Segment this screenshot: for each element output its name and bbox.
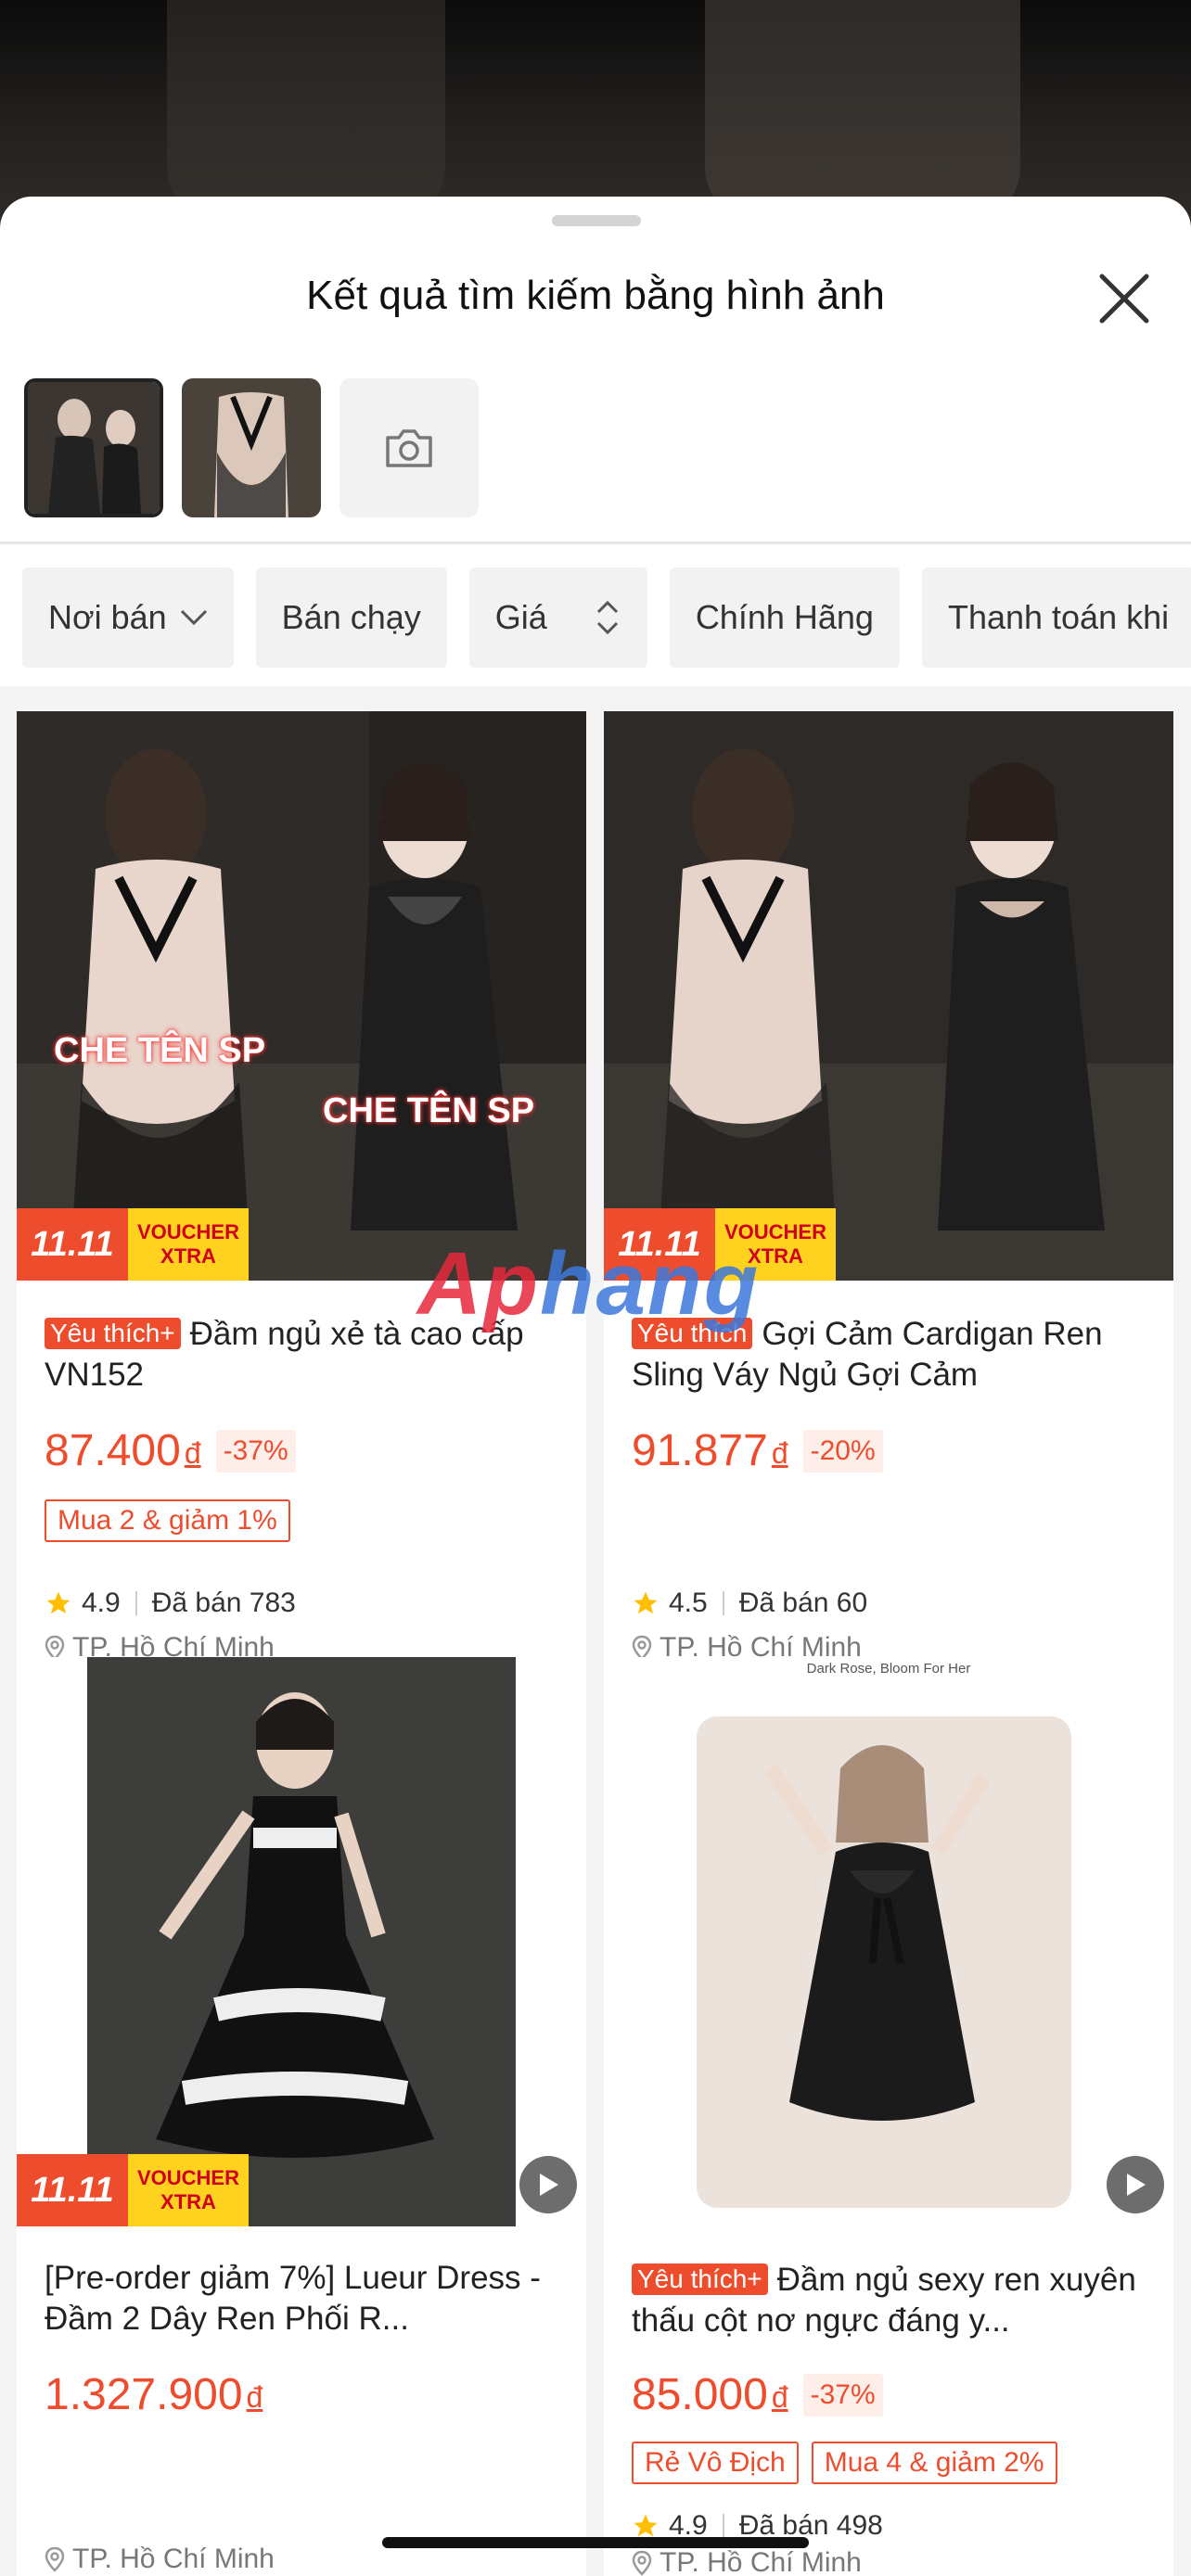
price-currency: đ [771,1436,788,1470]
shop-location: TP. Hồ Chí Minh [632,2547,862,2576]
star-icon [634,2514,658,2537]
watermark-part1: Ap [417,1234,540,1333]
thumbnail-1[interactable] [24,378,163,517]
video-play-button[interactable] [519,2156,577,2213]
background-image [0,0,1191,223]
close-button[interactable] [1095,269,1154,328]
filter-label: Nơi bán [48,598,167,636]
sort-icon [596,600,618,635]
promo-tag: Mua 4 & giảm 2% [811,2442,1057,2484]
product-price: 1.327.900 đ [45,2369,263,2420]
price-value: 1.327.900 [45,2370,243,2419]
favorite-tag: Yêu thích+ [45,1318,181,1349]
voucher-badge-bottom: XTRA [160,2190,216,2213]
camera-button[interactable] [339,378,479,517]
price-currency: đ [246,2380,263,2414]
rating-sold: 4.9 Đã bán 783 [45,1588,296,1619]
event-badge: 11.11 [17,2154,128,2226]
product-image: CHE TÊN SP CHE TÊN SP 11.11 VOUCHER XTRA [17,711,586,1281]
promo-badges: 11.11 VOUCHER XTRA [17,2154,249,2226]
separator [722,2514,724,2538]
separator [722,1591,724,1615]
divider [0,542,1191,544]
product-name: [Pre-order giảm 7%] Lueur Dress - Đầm 2 … [45,2260,541,2337]
thumbnail-2[interactable] [182,378,321,517]
filter-price[interactable]: Giá [468,567,647,668]
product-price: 85.000 đ -37% [632,2369,883,2420]
chevron-down-icon [180,609,207,626]
event-badge: 11.11 [17,1208,128,1281]
location-text: TP. Hồ Chí Minh [72,2544,275,2574]
promo-tags: Mua 2 & giảm 1% [45,1499,290,1542]
price-value: 85.000 [632,2370,768,2419]
voucher-badge-top: VOUCHER [136,1220,239,1243]
discount-badge: -20% [802,1429,883,1473]
video-play-button[interactable] [1107,2156,1164,2213]
discount-badge: -37% [215,1429,296,1473]
shop-location: TP. Hồ Chí Minh [45,2544,275,2575]
filter-label: Chính Hãng [695,598,874,636]
promo-tag: Mua 2 & giảm 1% [45,1499,290,1542]
sheet-grabber[interactable] [552,215,641,226]
favorite-tag: Yêu thích+ [632,2264,768,2295]
price-value: 87.400 [45,1426,181,1475]
voucher-badge: VOUCHER XTRA [128,2154,249,2226]
product-price: 87.400 đ -37% [45,1425,296,1476]
filter-best-selling[interactable]: Bán chạy [255,567,447,668]
filter-authentic[interactable]: Chính Hãng [669,567,900,668]
background-figure [705,0,1020,223]
price-currency: đ [184,1436,201,1470]
watermark-logo: Aphang [417,1233,760,1335]
discount-badge: -37% [802,2373,883,2417]
star-icon [46,1591,70,1614]
close-icon [1099,274,1149,324]
separator [134,1591,137,1615]
product-image: 11.11 VOUCHER XTRA [17,1657,586,2226]
filter-label: Giá [494,598,547,636]
home-indicator[interactable] [382,2537,809,2548]
background-figure [167,0,445,223]
rating-sold: 4.5 Đã bán 60 [632,1588,867,1619]
rating-value: 4.9 [82,1588,121,1618]
sold-count: Đã bán 783 [151,1588,296,1618]
watermark-part2: hang [539,1234,761,1333]
camera-icon [386,429,432,467]
promo-tag: Rẻ Vô Địch [632,2442,799,2484]
location-pin-icon [632,2550,652,2576]
image-caption: Dark Rose, Bloom For Her [806,1661,971,1677]
price-currency: đ [771,2380,788,2414]
image-search-sheet: Kết quả tìm kiếm bằng hình ảnh Nơi bán B… [0,197,1191,2576]
location-pin-icon [45,2546,65,2572]
filter-label: Bán chạy [281,598,421,636]
filter-cod[interactable]: Thanh toán khi [921,567,1191,668]
star-icon [634,1591,658,1614]
image-overlay-text: CHE TÊN SP [323,1091,535,1130]
image-overlay-text: CHE TÊN SP [54,1031,266,1070]
promo-tags: Rẻ Vô Địch Mua 4 & giảm 2% [632,2442,1057,2484]
product-card[interactable]: Dark Rose, Bloom For Her Yêu thích+ Đầm n… [604,1657,1173,2576]
product-image: Dark Rose, Bloom For Her [604,1657,1173,2226]
sold-count: Đã bán 60 [738,1588,868,1618]
price-value: 91.877 [632,1426,768,1475]
promo-badges: 11.11 VOUCHER XTRA [17,1208,249,1281]
voucher-badge-top: VOUCHER [136,2166,239,2189]
voucher-badge-bottom: XTRA [160,1244,216,1268]
product-card[interactable]: 11.11 VOUCHER XTRA [Pre-order giảm 7%] L… [17,1657,586,2576]
product-price: 91.877 đ -20% [632,1425,883,1476]
rating-value: 4.5 [669,1588,708,1618]
search-image-thumbnails [24,378,479,517]
product-name: Yêu thích+ Đầm ngủ sexy ren xuyên thấu cộ… [632,2260,1151,2341]
play-icon [1127,2174,1146,2196]
play-icon [540,2174,558,2196]
filter-location[interactable]: Nơi bán [22,567,234,668]
filter-label: Thanh toán khi [947,598,1170,636]
sheet-title: Kết quả tìm kiếm bằng hình ảnh [306,273,885,318]
voucher-badge: VOUCHER XTRA [128,1208,249,1281]
product-image: 11.11 VOUCHER XTRA [604,711,1173,1281]
location-text: TP. Hồ Chí Minh [660,2547,862,2576]
filter-bar: Nơi bán Bán chạy Giá Chính Hãng Thanh to… [22,567,1191,668]
